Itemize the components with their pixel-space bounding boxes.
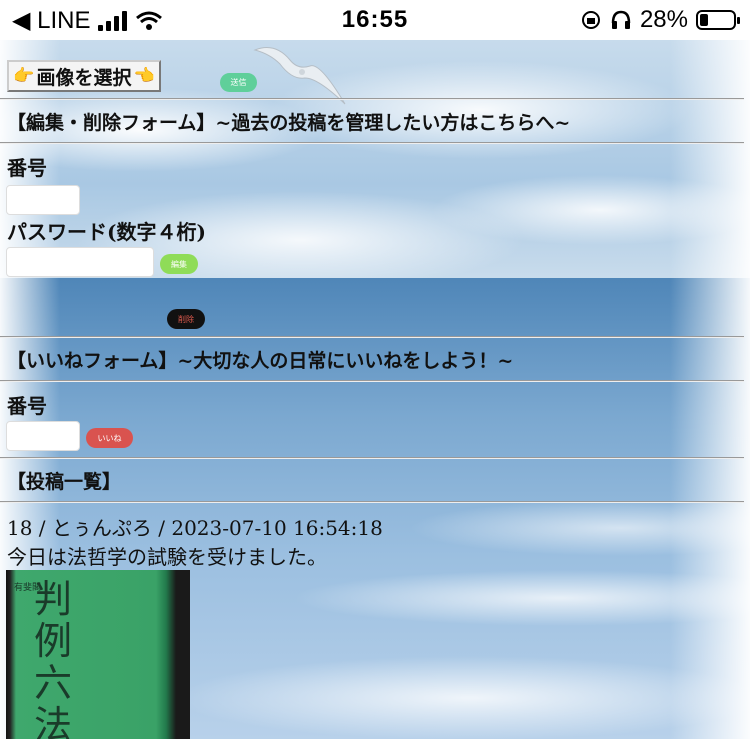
post-meta: 18 / とぅんぷろ / 2023-07-10 16:54:18 <box>7 516 383 540</box>
like-button[interactable]: いいね <box>86 428 133 448</box>
divider <box>0 380 744 382</box>
divider <box>0 336 744 338</box>
headphones-icon <box>611 10 631 29</box>
send-button[interactable]: 送信 <box>220 73 257 92</box>
edit-number-input[interactable] <box>6 185 80 215</box>
select-image-button[interactable]: 👉 画像を選択 👈 <box>7 60 161 92</box>
status-bar: ◀ LINE 16:55 28% <box>0 0 750 40</box>
seagull-icon <box>253 47 346 105</box>
battery-percentage: 28% <box>639 6 688 33</box>
divider <box>0 142 744 144</box>
password-input[interactable] <box>6 247 154 277</box>
like-form-heading: 【いいねフォーム】~大切な人の日常にいいねをしよう！~ <box>7 350 514 372</box>
edit-number-label: 番号 <box>7 156 47 180</box>
delete-button[interactable]: 削除 <box>167 309 205 329</box>
fade-right <box>670 40 750 739</box>
pointing-hand-right-icon: 👉 <box>13 66 35 86</box>
post-image: 有斐閣 判例六法 <box>6 570 190 739</box>
divider <box>0 457 744 459</box>
post-text: 今日は法哲学の試験を受けました。 <box>7 545 327 569</box>
divider <box>0 98 744 100</box>
password-label: パスワード(数字４桁) <box>7 220 206 244</box>
posts-heading: 【投稿一覧】 <box>7 471 122 493</box>
battery-icon <box>696 10 740 30</box>
edit-button[interactable]: 編集 <box>160 254 198 274</box>
like-number-label: 番号 <box>7 394 47 418</box>
like-number-input[interactable] <box>6 421 80 451</box>
orientation-lock-icon <box>581 11 600 29</box>
divider <box>0 501 744 503</box>
edit-form-heading: 【編集・削除フォーム】~過去の投稿を管理したい方はこちらへ~ <box>7 112 571 134</box>
book-title: 判例六法 <box>34 577 73 739</box>
pointing-hand-left-icon: 👈 <box>133 66 155 86</box>
select-image-label: 画像を選択 <box>36 66 132 89</box>
